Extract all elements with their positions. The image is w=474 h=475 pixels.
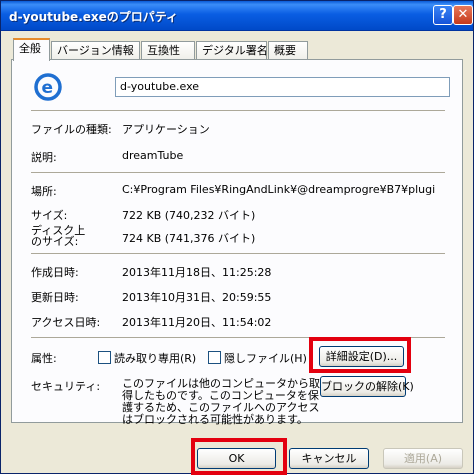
accessed-value: 2013年11月20日、11:54:02 — [122, 316, 272, 329]
close-icon: ✕ — [457, 7, 469, 22]
file-type-label: ファイルの種類: — [31, 123, 112, 136]
modified-label: 更新日時: — [31, 291, 79, 304]
highlight-box-ok — [191, 438, 287, 475]
file-name-field[interactable]: d-youtube.exe — [115, 77, 450, 97]
properties-window: d-youtube.exeのプロパティ ? ✕ 全般 バージョン情報 互換性 デ… — [0, 0, 474, 475]
tab-compatibility[interactable]: 互換性 — [141, 41, 195, 59]
highlight-box-advanced — [309, 337, 411, 373]
help-button[interactable]: ? — [433, 5, 453, 25]
svg-text:e: e — [42, 78, 54, 98]
checkbox-box[interactable] — [208, 351, 221, 364]
ie-e-icon: e — [34, 73, 62, 101]
size-on-disk-value: 724 KB (741,376 バイト) — [122, 232, 256, 245]
divider — [31, 172, 445, 173]
modified-value: 2013年10月31日、20:59:55 — [122, 291, 272, 304]
security-message: このファイルは他のコンピュータから取得したものです。このコンピュータを保護するた… — [122, 377, 320, 426]
size-label: サイズ: — [31, 209, 68, 222]
cancel-button[interactable]: キャンセル — [289, 448, 369, 469]
window-title: d-youtube.exeのプロパティ — [9, 10, 179, 24]
accessed-label: アクセス日時: — [31, 316, 101, 329]
title-bar[interactable]: d-youtube.exeのプロパティ ? ✕ — [1, 1, 473, 31]
readonly-checkbox-label: 読み取り専用(R) — [114, 352, 197, 365]
tab-general[interactable]: 全般 — [13, 38, 50, 61]
security-label: セキュリティ: — [31, 380, 101, 393]
file-type-value: アプリケーション — [122, 123, 210, 136]
tab-version[interactable]: バージョン情報 — [51, 41, 140, 59]
divider — [31, 253, 445, 254]
created-label: 作成日時: — [31, 266, 79, 279]
tab-summary[interactable]: 概要 — [268, 41, 308, 59]
tab-digital-signature[interactable]: デジタル署名 — [196, 41, 268, 59]
location-label: 場所: — [31, 185, 57, 198]
help-icon: ? — [439, 7, 447, 22]
unblock-button[interactable]: ブロックの解除(K) — [320, 376, 414, 397]
description-label: 説明: — [31, 151, 57, 164]
description-value: dreamTube — [122, 149, 184, 162]
readonly-checkbox[interactable]: 読み取り専用(R) — [98, 350, 196, 366]
size-on-disk-label: ディスク上 のサイズ: — [31, 224, 86, 248]
attributes-label: 属性: — [31, 352, 57, 365]
size-value: 722 KB (740,232 バイト) — [122, 209, 256, 222]
created-value: 2013年11月18日、11:25:28 — [122, 266, 272, 279]
hidden-checkbox[interactable]: 隠しファイル(H) — [208, 350, 307, 366]
divider — [31, 110, 445, 111]
location-value: C:¥Program Files¥RingAndLink¥@dreamprogr… — [122, 183, 436, 196]
close-button[interactable]: ✕ — [453, 5, 473, 25]
checkbox-box[interactable] — [98, 351, 111, 364]
hidden-checkbox-label: 隠しファイル(H) — [224, 352, 307, 365]
apply-button[interactable]: 適用(A) — [383, 448, 463, 469]
